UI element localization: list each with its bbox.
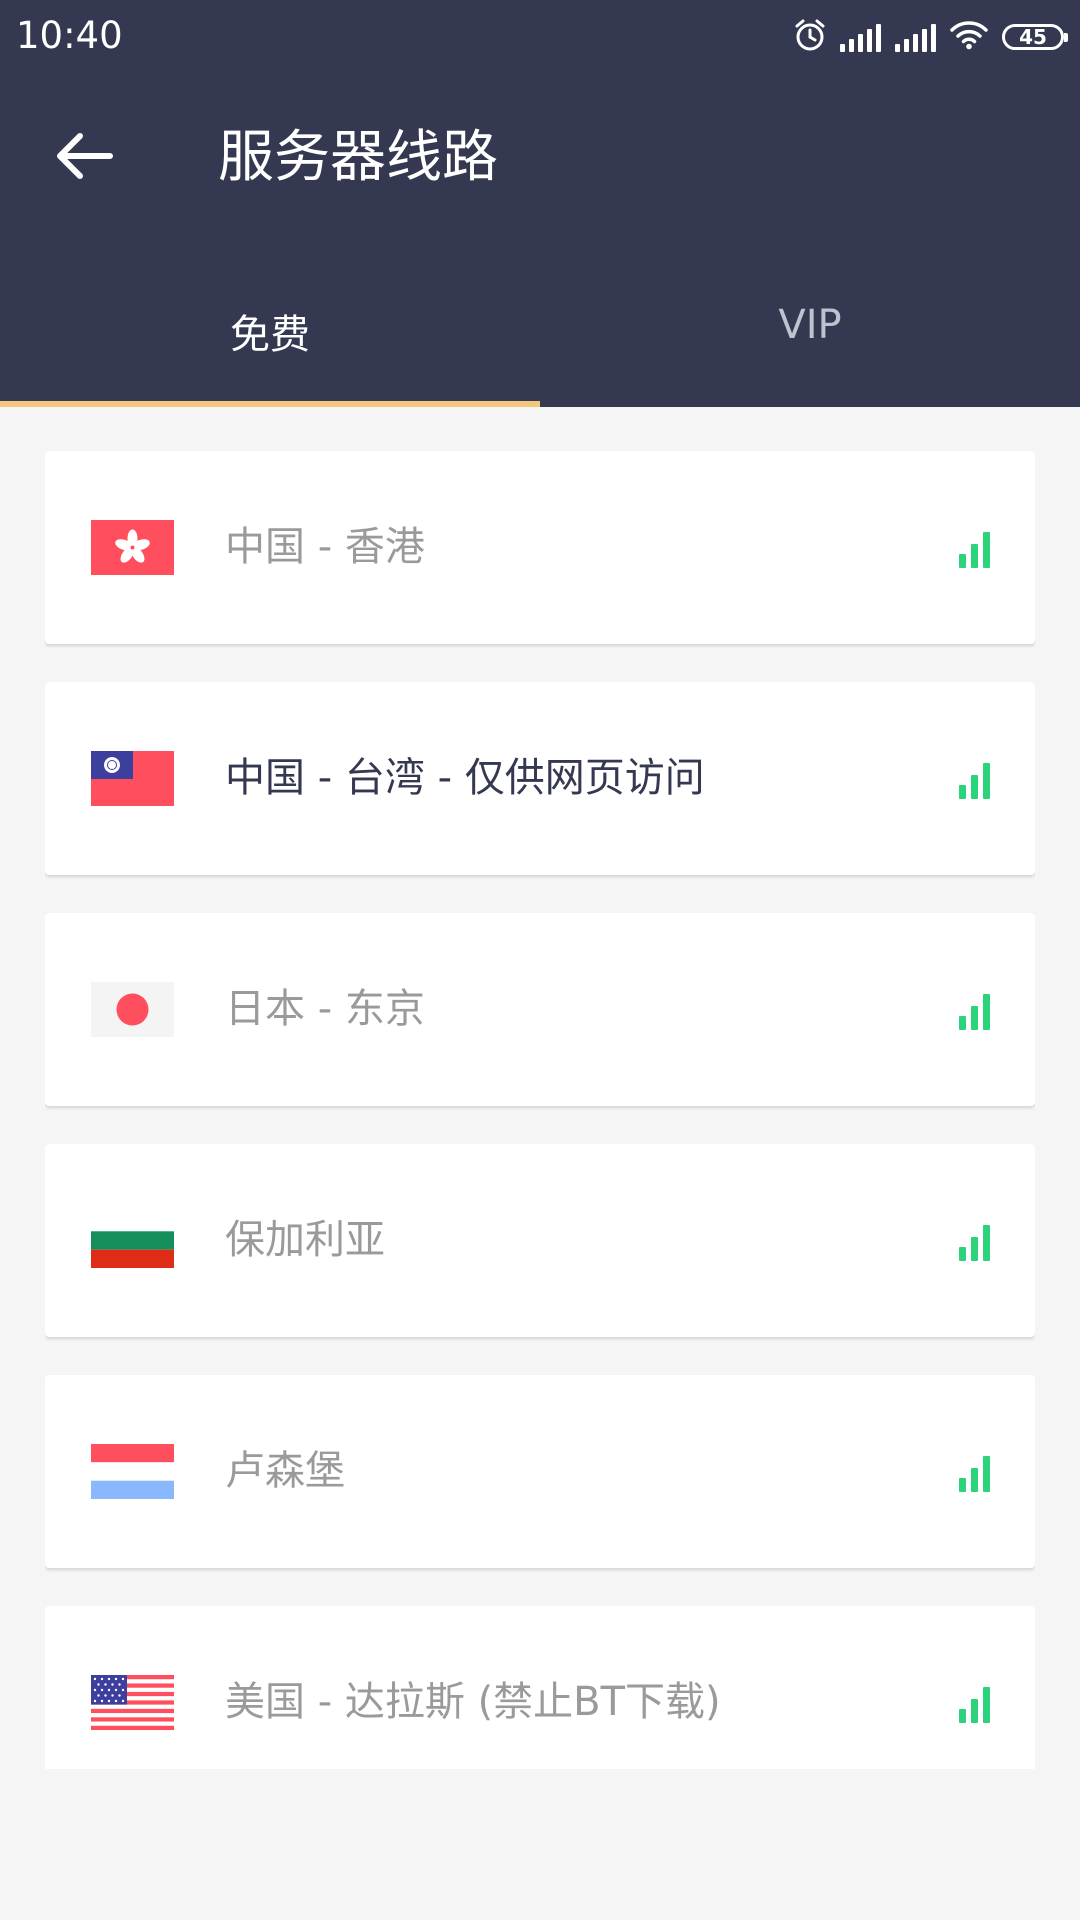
server-label: 中国 - 台湾 - 仅供网页访问 bbox=[225, 755, 705, 801]
tab-vip[interactable]: VIP bbox=[540, 280, 1080, 407]
server-item-taiwan[interactable]: 中国 - 台湾 - 仅供网页访问 bbox=[45, 682, 1035, 875]
arrow-left-icon bbox=[57, 133, 113, 179]
server-label: 美国 - 达拉斯 (禁止BT下载) bbox=[225, 1679, 721, 1725]
tab-vip-label: VIP bbox=[778, 302, 842, 348]
tab-free-label: 免费 bbox=[230, 312, 310, 358]
battery-icon: 45 bbox=[1002, 24, 1068, 50]
signal-strength-icon bbox=[959, 992, 991, 1030]
page-title: 服务器线路 bbox=[218, 125, 498, 190]
signal-strength-icon bbox=[959, 1223, 991, 1261]
hong-kong-flag-icon bbox=[91, 520, 174, 575]
server-item-usa[interactable]: 美国 - 达拉斯 (禁止BT下载) bbox=[45, 1606, 1035, 1769]
server-item-hong-kong[interactable]: 中国 - 香港 bbox=[45, 451, 1035, 644]
back-button[interactable] bbox=[48, 124, 118, 188]
cell-signal-icon bbox=[840, 22, 881, 52]
server-label: 卢森堡 bbox=[225, 1448, 345, 1494]
wifi-icon bbox=[950, 20, 988, 54]
server-item-luxembourg[interactable]: 卢森堡 bbox=[45, 1375, 1035, 1568]
server-list: 中国 - 香港 中国 - 台湾 - 仅供网页访问 日本 - 东京 保加利亚 卢森… bbox=[45, 451, 1035, 1769]
japan-flag-icon bbox=[91, 982, 174, 1037]
bulgaria-flag-icon bbox=[91, 1213, 174, 1268]
signal-strength-icon bbox=[959, 530, 991, 568]
status-time: 10:40 bbox=[16, 14, 123, 57]
server-item-japan[interactable]: 日本 - 东京 bbox=[45, 913, 1035, 1106]
taiwan-flag-icon bbox=[91, 751, 174, 806]
battery-level: 45 bbox=[1019, 25, 1047, 49]
server-label: 保加利亚 bbox=[225, 1217, 385, 1263]
server-label: 中国 - 香港 bbox=[225, 524, 425, 570]
header: 10:40 45 服务器线路 免费 VIP bbox=[0, 0, 1080, 407]
tab-bar: 免费 VIP bbox=[0, 280, 1080, 407]
signal-strength-icon bbox=[959, 761, 991, 799]
signal-strength-icon bbox=[959, 1685, 991, 1723]
status-icons: 45 bbox=[794, 17, 1068, 57]
alarm-icon bbox=[794, 18, 826, 56]
status-bar: 10:40 45 bbox=[0, 0, 1080, 75]
cell-signal-icon bbox=[895, 22, 936, 52]
luxembourg-flag-icon bbox=[91, 1444, 174, 1499]
server-label: 日本 - 东京 bbox=[225, 986, 425, 1032]
usa-flag-icon bbox=[91, 1675, 174, 1730]
signal-strength-icon bbox=[959, 1454, 991, 1492]
server-item-bulgaria[interactable]: 保加利亚 bbox=[45, 1144, 1035, 1337]
tab-free[interactable]: 免费 bbox=[0, 280, 540, 407]
tab-indicator bbox=[0, 401, 540, 407]
